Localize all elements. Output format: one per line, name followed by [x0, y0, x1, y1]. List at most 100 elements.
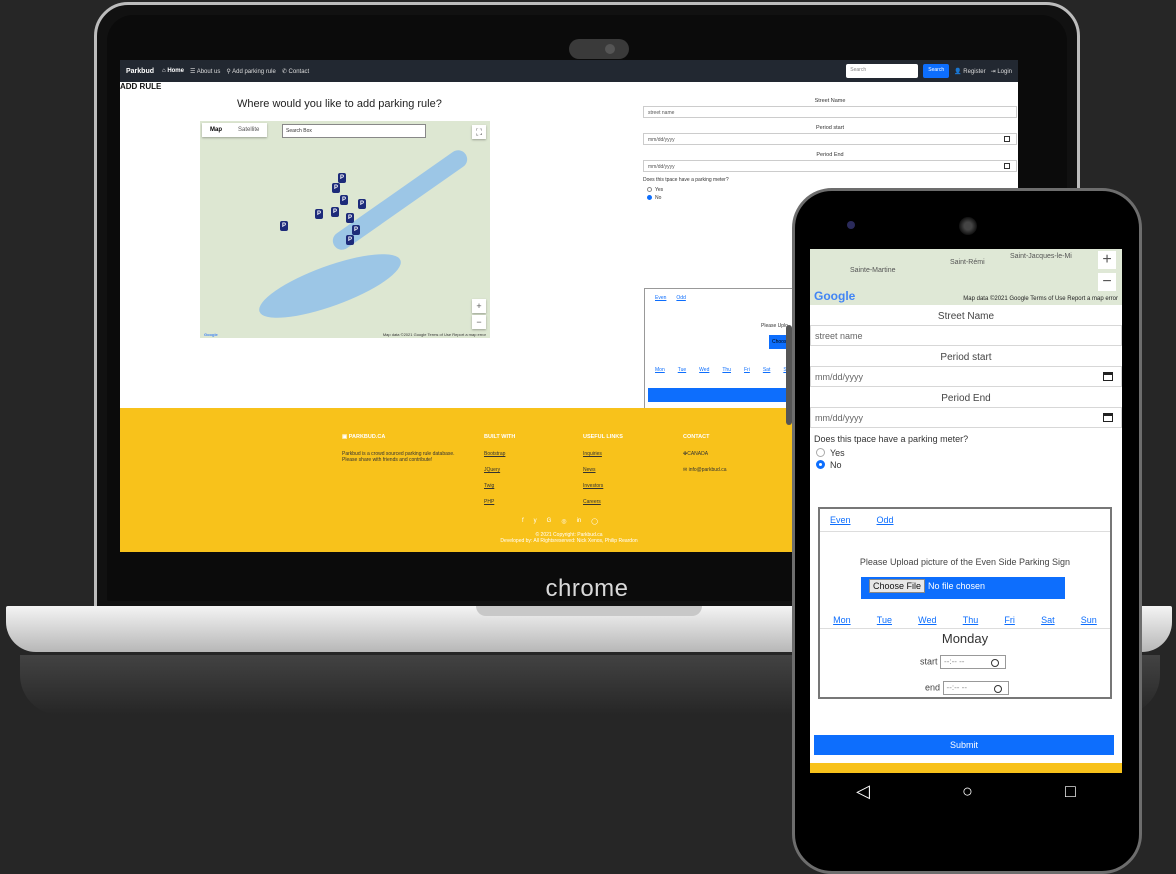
- footer-email: ✉ info@parkbud.ca: [683, 467, 726, 473]
- nav-login-label: Login: [997, 68, 1012, 75]
- tab-even[interactable]: Even: [830, 515, 851, 525]
- calendar-icon[interactable]: [1004, 136, 1010, 142]
- parking-pin-icon[interactable]: P: [315, 209, 323, 219]
- twitter-icon[interactable]: y: [534, 518, 537, 525]
- nav-contact-label: Contact: [288, 68, 310, 75]
- footer-link[interactable]: News: [583, 467, 623, 473]
- map-tab-satellite[interactable]: Satellite: [230, 123, 267, 137]
- calendar-icon[interactable]: [1103, 413, 1113, 422]
- footer-contact-title: CONTACT: [683, 434, 710, 440]
- parking-pin-icon[interactable]: P: [340, 195, 348, 205]
- parking-pin-icon[interactable]: P: [346, 235, 354, 245]
- choose-file-button[interactable]: Choose File: [869, 579, 926, 593]
- tab-fri[interactable]: Fri: [1004, 615, 1015, 625]
- tab-odd[interactable]: Odd: [877, 515, 894, 525]
- tab-thu[interactable]: Thu: [963, 615, 979, 625]
- calendar-icon[interactable]: [1004, 163, 1010, 169]
- meter-yes-label: Yes: [655, 187, 664, 193]
- phone-map[interactable]: Sainte-Martine Saint-Rémi Saint-Jacques-…: [810, 249, 1122, 305]
- file-input[interactable]: Choose File No file chosen: [861, 577, 1065, 599]
- meter-no-radio[interactable]: No: [810, 459, 1122, 471]
- period-start-value: mm/dd/yyyy: [648, 137, 675, 143]
- calendar-icon[interactable]: [1103, 372, 1113, 381]
- nav-home-label: Home: [167, 68, 184, 74]
- map-attribution[interactable]: Map data ©2021 Google Terms of Use Repor…: [963, 296, 1118, 302]
- tab-fri[interactable]: Fri: [744, 367, 750, 373]
- nav-login[interactable]: ⇥ Login: [991, 68, 1012, 75]
- tab-tue[interactable]: Tue: [877, 615, 892, 625]
- map-search-input[interactable]: Search Box: [282, 124, 426, 138]
- period-end-input[interactable]: mm/dd/yyyy: [643, 160, 1017, 172]
- footer-link[interactable]: PHP: [484, 499, 515, 505]
- nav-register[interactable]: 👤 Register: [954, 68, 985, 75]
- home-icon[interactable]: ○: [962, 781, 973, 802]
- footer-link[interactable]: Bootstrap: [484, 451, 515, 457]
- footer-email-label[interactable]: info@parkbud.ca: [689, 467, 727, 473]
- period-start-input[interactable]: mm/dd/yyyy: [810, 366, 1122, 387]
- footer-country: ✤CANADA: [683, 451, 726, 457]
- street-input[interactable]: street name: [810, 325, 1122, 346]
- tab-wed[interactable]: Wed: [699, 367, 709, 373]
- nav-contact[interactable]: ✆ Contact: [282, 68, 309, 75]
- sign-panel: Even Odd Please Upload picture of the Ev…: [818, 507, 1112, 699]
- footer-about-text: Parkbud is a crowd sourced parking rule …: [342, 450, 455, 463]
- nav-about[interactable]: ☰ About us: [190, 68, 220, 75]
- rule-form: Street Name street name Period start mm/…: [643, 96, 1017, 203]
- zoom-out-icon[interactable]: −: [1098, 273, 1116, 291]
- map-attribution[interactable]: Map data ©2021 Google Terms of Use Repor…: [383, 332, 486, 337]
- tab-mon[interactable]: Mon: [833, 615, 851, 625]
- meter-yes-radio[interactable]: Yes: [810, 447, 1122, 459]
- parking-pin-icon[interactable]: P: [332, 183, 340, 193]
- upload-instructions: Please Uplo: [761, 323, 788, 329]
- map-tab-map[interactable]: Map: [202, 123, 230, 137]
- navbar-brand[interactable]: Parkbud: [126, 68, 154, 75]
- github-icon[interactable]: ◯: [591, 518, 598, 525]
- day-heading: Monday: [941, 631, 989, 646]
- tab-odd[interactable]: Odd: [676, 295, 685, 301]
- linkedin-icon[interactable]: in: [577, 518, 582, 525]
- street-input[interactable]: street name: [643, 106, 1017, 118]
- tab-mon[interactable]: Mon: [655, 367, 665, 373]
- instagram-icon[interactable]: ◎: [561, 518, 566, 525]
- tab-tue[interactable]: Tue: [678, 367, 686, 373]
- parking-pin-icon[interactable]: P: [346, 213, 354, 223]
- period-start-input[interactable]: mm/dd/yyyy: [643, 133, 1017, 145]
- day-tabs: Mon Tue Wed Thu Fri Sat Su: [655, 367, 789, 373]
- zoom-in-icon[interactable]: +: [1098, 251, 1116, 269]
- parking-pin-icon[interactable]: P: [280, 221, 288, 231]
- navbar-search-button[interactable]: Search: [923, 64, 950, 78]
- footer-link[interactable]: Investors: [583, 483, 623, 489]
- footer-link[interactable]: Twig: [484, 483, 515, 489]
- nav-home[interactable]: ⌂ Home: [162, 68, 184, 74]
- footer-link[interactable]: Inquiries: [583, 451, 623, 457]
- parking-pin-icon[interactable]: P: [358, 199, 366, 209]
- tab-sun[interactable]: Sun: [1081, 615, 1097, 625]
- tab-even[interactable]: Even: [655, 295, 666, 301]
- period-end-value: mm/dd/yyyy: [648, 164, 675, 170]
- map-type-tabs: Map Satellite: [202, 123, 268, 137]
- tab-sat[interactable]: Sat: [763, 367, 771, 373]
- tab-wed[interactable]: Wed: [918, 615, 936, 625]
- tab-sat[interactable]: Sat: [1041, 615, 1055, 625]
- recents-icon[interactable]: □: [1065, 781, 1076, 802]
- period-end-input[interactable]: mm/dd/yyyy: [810, 407, 1122, 428]
- end-time-input[interactable]: --:-- --: [942, 681, 1009, 695]
- footer-link[interactable]: Careers: [583, 499, 623, 505]
- back-icon[interactable]: ◁: [856, 781, 870, 802]
- fullscreen-icon[interactable]: ⛶: [472, 125, 486, 139]
- start-time-input[interactable]: --:-- --: [940, 655, 1007, 669]
- parking-pin-icon[interactable]: P: [331, 207, 339, 217]
- street-label: Street Name: [814, 98, 846, 104]
- google-icon[interactable]: G: [547, 518, 552, 525]
- zoom-out-icon[interactable]: −: [472, 315, 486, 329]
- facebook-icon[interactable]: f: [522, 518, 524, 525]
- parking-pin-icon[interactable]: P: [338, 173, 346, 183]
- nav-add-rule[interactable]: ⚲ Add parking rule: [226, 68, 275, 75]
- parking-pin-icon[interactable]: P: [352, 225, 360, 235]
- navbar-search-input[interactable]: Search: [846, 64, 919, 78]
- submit-button[interactable]: Submit: [814, 735, 1114, 755]
- tab-thu[interactable]: Thu: [722, 367, 731, 373]
- zoom-in-icon[interactable]: +: [472, 299, 486, 313]
- map[interactable]: Map Satellite Search Box ⛶ + − P P P P P…: [200, 121, 490, 338]
- footer-link[interactable]: JQuery: [484, 467, 515, 473]
